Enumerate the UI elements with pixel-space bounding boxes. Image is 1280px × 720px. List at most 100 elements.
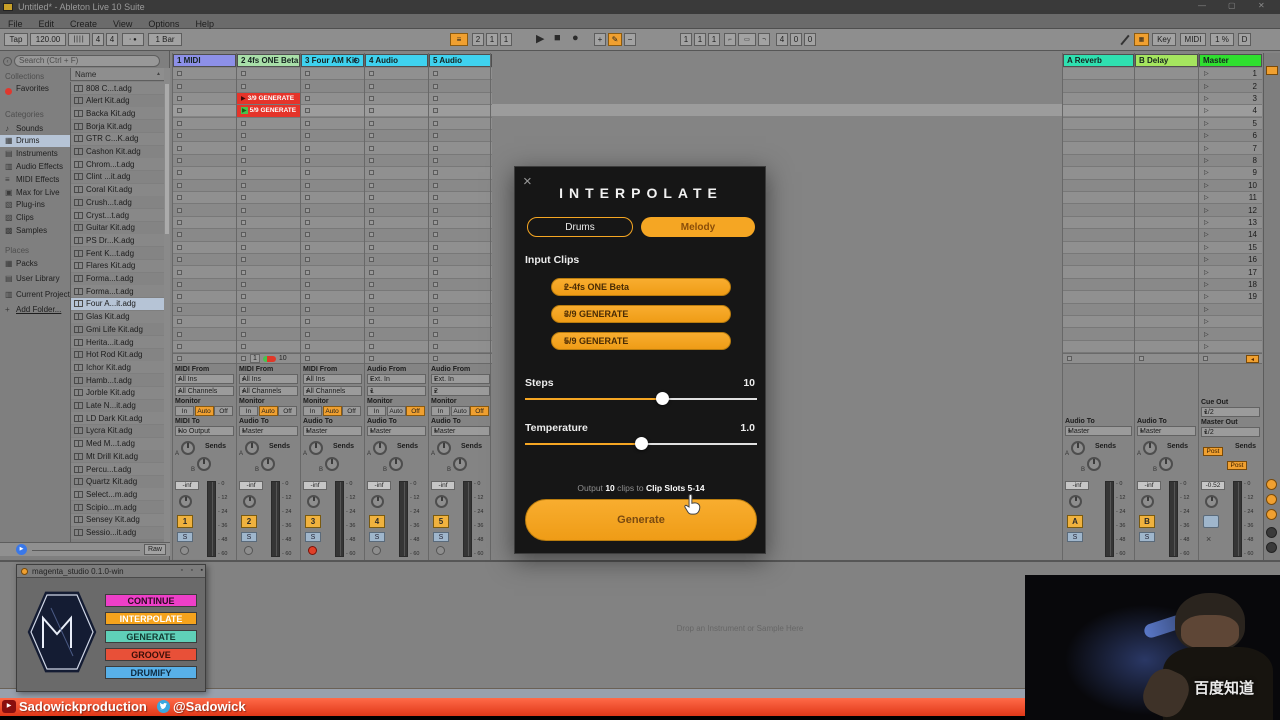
file-item[interactable]: Chrom...t.adg	[71, 158, 165, 170]
scene-launch-icon[interactable]: ▷	[1204, 219, 1209, 226]
io-chooser[interactable]: 1/2▾	[1201, 427, 1260, 437]
clip-stop-button[interactable]	[305, 208, 310, 213]
scene-slot[interactable]: ▷1	[1199, 68, 1262, 80]
clip-slot[interactable]	[237, 204, 300, 216]
clip-slot[interactable]	[237, 142, 300, 154]
post-button-a[interactable]: Post	[1203, 447, 1223, 456]
clip-slot[interactable]	[173, 254, 236, 266]
stop-clips-button[interactable]	[1139, 356, 1144, 361]
clip-stop-button[interactable]	[305, 332, 310, 337]
clip-stop-button[interactable]	[305, 96, 310, 101]
clip-stop-button[interactable]	[305, 183, 310, 188]
scene-launch-icon[interactable]: ▷	[1204, 231, 1209, 238]
return-activator-button[interactable]: B	[1139, 515, 1155, 528]
clip-slot[interactable]	[1063, 93, 1134, 105]
back-to-arrangement-button[interactable]: ◂	[1246, 355, 1259, 363]
clip-slot[interactable]	[429, 204, 492, 216]
time-sig-numerator[interactable]: 4	[92, 33, 104, 46]
magenta-groove-button[interactable]: GROOVE	[105, 648, 197, 661]
clip-slot[interactable]	[1135, 304, 1198, 316]
input-clip-dropdown-2[interactable]: 3/9 GENERATE▾	[551, 305, 731, 323]
clip-slot[interactable]	[365, 130, 428, 142]
clip-slot[interactable]	[301, 118, 364, 130]
track-title[interactable]: 1 MIDI	[173, 54, 236, 67]
scene-launch-icon[interactable]: ▷	[1204, 70, 1209, 77]
clip-stop-button[interactable]	[433, 195, 438, 200]
clip-slot[interactable]	[365, 217, 428, 229]
clip-slot[interactable]	[301, 80, 364, 92]
follow-button[interactable]: ≡	[450, 33, 468, 46]
loop-start-0[interactable]: 1	[680, 33, 692, 46]
clip-slot[interactable]	[365, 204, 428, 216]
file-item[interactable]: Forma...t.adg	[71, 273, 165, 285]
sidebar-item-plug-ins[interactable]: ▧Plug-ins	[0, 199, 70, 211]
clip-slot[interactable]	[1063, 242, 1134, 254]
clip-slot[interactable]	[429, 80, 492, 92]
clip-slot[interactable]	[173, 118, 236, 130]
clip-stop-button[interactable]	[369, 270, 374, 275]
menu-create[interactable]: Create	[62, 17, 105, 29]
clip-stop-button[interactable]	[241, 183, 246, 188]
io-chooser[interactable]: No Output▾	[175, 426, 234, 436]
clip-slot[interactable]	[301, 192, 364, 204]
clip-slot[interactable]	[173, 167, 236, 179]
clip-slot[interactable]	[1063, 328, 1134, 340]
clip-stop-button[interactable]	[241, 319, 246, 324]
sidebar-item-instruments[interactable]: ▤Instruments	[0, 148, 70, 160]
sidebar-item-add-folder-[interactable]: +Add Folder...	[0, 304, 70, 316]
clip-stop-button[interactable]	[369, 108, 374, 113]
send-b-knob[interactable]	[453, 457, 467, 471]
clip-slot[interactable]	[173, 304, 236, 316]
clip-slot[interactable]	[1063, 155, 1134, 167]
clip-stop-button[interactable]	[433, 208, 438, 213]
scene-launch-icon[interactable]: ▷	[1204, 256, 1209, 263]
io-chooser[interactable]: Master▾	[239, 426, 298, 436]
clip-slot[interactable]	[1063, 130, 1134, 142]
clip-slot[interactable]	[429, 328, 492, 340]
clip-stop-button[interactable]	[369, 319, 374, 324]
clip-slot[interactable]	[1135, 130, 1198, 142]
file-item[interactable]: Late N...it.adg	[71, 400, 165, 412]
scene-slot[interactable]: ▷18	[1199, 279, 1262, 291]
file-item[interactable]: Percu...t.adg	[71, 463, 165, 475]
track-title[interactable]: 5 Audio	[429, 54, 492, 67]
clip-slot[interactable]	[429, 93, 492, 105]
file-item[interactable]: GTR C...K.adg	[71, 133, 165, 145]
solo-button[interactable]: S	[241, 532, 257, 542]
overdub-button[interactable]: +	[594, 33, 606, 46]
clip-slot[interactable]	[1063, 229, 1134, 241]
clip-stop-button[interactable]	[369, 245, 374, 250]
reenable-automation-button[interactable]: −	[624, 33, 636, 46]
clip-stop-button[interactable]	[433, 307, 438, 312]
track-activator-button[interactable]: 2	[241, 515, 257, 528]
arrangement-position-2[interactable]: 1	[500, 33, 512, 46]
pan-knob[interactable]	[307, 495, 320, 508]
arm-button[interactable]	[372, 546, 381, 555]
io-chooser[interactable]: All Channels▾	[239, 386, 298, 396]
clip-slot[interactable]	[1063, 167, 1134, 179]
clip-slot[interactable]	[237, 266, 300, 278]
clip-slot[interactable]	[301, 142, 364, 154]
clip-slot[interactable]	[429, 217, 492, 229]
clip-stop-button[interactable]	[369, 294, 374, 299]
clip-slot[interactable]	[365, 254, 428, 266]
magenta-drumify-button[interactable]: DRUMIFY	[105, 666, 197, 679]
file-item[interactable]: PS Dr...K.adg	[71, 234, 165, 246]
clip-slot[interactable]	[429, 167, 492, 179]
file-item[interactable]: Sessio...it.adg	[71, 527, 165, 539]
arrangement-position-1[interactable]: 1	[486, 33, 498, 46]
clip-stop-button[interactable]	[433, 133, 438, 138]
loop-length-1[interactable]: 0	[790, 33, 802, 46]
file-item[interactable]: Clint ...it.adg	[71, 171, 165, 183]
clip-stop-button[interactable]	[241, 245, 246, 250]
monitor-auto[interactable]: Auto	[451, 406, 470, 416]
clip-slot[interactable]	[173, 180, 236, 192]
clip-slot[interactable]	[429, 291, 492, 303]
clip-slot[interactable]	[365, 118, 428, 130]
clip-slot[interactable]	[1135, 279, 1198, 291]
clip-stop-button[interactable]	[433, 170, 438, 175]
clip-stop-button[interactable]	[305, 270, 310, 275]
magenta-generate-button[interactable]: GENERATE	[105, 630, 197, 643]
solo-button[interactable]: S	[1139, 532, 1155, 542]
clip-slot[interactable]	[1063, 266, 1134, 278]
